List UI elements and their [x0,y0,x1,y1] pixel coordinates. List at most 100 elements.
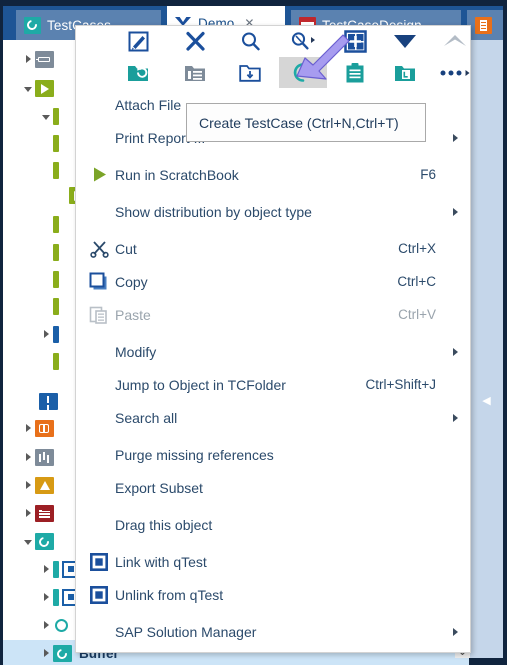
menu-item-label: Export Subset [115,479,203,496]
app-window: TestCases Demo ✕ TestCaseDesign [0,0,507,665]
import-folder-icon[interactable] [226,57,274,88]
submenu-arrow-icon [453,347,458,356]
blue-exclamation-icon [39,392,58,410]
submenu-arrow-icon [453,133,458,142]
tree-row[interactable] [53,211,59,237]
search-options-icon[interactable] [279,26,327,57]
tooltip-text: Create TestCase (Ctrl+N,Ctrl+T) [199,114,399,131]
expander-collapsed-icon[interactable] [39,640,53,665]
expander-collapsed-icon[interactable] [39,556,53,582]
slate-chart-icon [35,448,54,466]
window-frame-right [503,0,507,665]
blue-bar-icon [53,325,59,343]
teal-refresh-folder-icon [35,532,54,550]
menu-item-jump-to-object[interactable]: Jump to Object in TCFolder Ctrl+Shift+J [76,368,470,401]
expander-collapsed-icon[interactable] [21,472,35,498]
tree-row[interactable] [53,348,59,374]
edit-icon[interactable] [114,26,162,57]
menu-item-modify[interactable]: Modify [76,335,470,368]
menu-item-unlink-from-qtest[interactable]: Unlink from qTest [76,578,470,611]
expander-collapsed-icon[interactable] [21,444,35,470]
menu-item-label: SAP Solution Manager [115,623,257,640]
delete-x-icon[interactable] [171,26,219,57]
expander-expanded-icon[interactable] [21,75,35,101]
tree-row[interactable] [21,472,54,498]
copy-icon [84,265,114,298]
menu-item-label: Link with qTest [115,553,207,570]
green-bar-icon [53,297,59,315]
paste-icon [84,298,114,331]
expander-expanded-icon[interactable] [21,528,35,554]
menu-item-accel: Ctrl+X [398,241,436,256]
tree-row[interactable] [53,239,59,265]
tree-row[interactable] [39,612,72,638]
expander-expanded-icon[interactable] [39,103,53,129]
panel-collapse-button[interactable]: ◀ [470,380,503,420]
expander-collapsed-icon[interactable] [21,415,35,441]
tree-row[interactable] [39,103,59,129]
menu-item-label: Copy [115,273,148,290]
menu-item-label: Unlink from qTest [115,586,224,603]
submenu-arrow-icon [453,207,458,216]
tree-row[interactable] [21,528,54,554]
tree-row[interactable] [53,157,59,183]
menu-item-link-with-qtest[interactable]: Link with qTest [76,545,470,578]
menu-item-paste[interactable]: Paste Ctrl+V [76,298,470,331]
teal-refresh-folder-icon [53,644,72,662]
tree-row[interactable] [39,556,79,582]
qtest-link-icon [84,578,114,611]
expander-collapsed-icon[interactable] [39,584,53,610]
clipboard-icon[interactable] [331,57,379,88]
submenu-arrow-icon [453,627,458,636]
tree-row[interactable] [21,500,54,526]
green-bar-icon [53,352,59,370]
menu-item-accel: F6 [420,167,436,182]
green-bar-icon [53,134,59,152]
tree-row[interactable] [21,415,54,441]
library-icon[interactable] [381,57,429,88]
orange-module-icon [35,419,54,437]
menu-item-export-subset[interactable]: Export Subset [76,471,470,504]
menu-item-purge-missing-references[interactable]: Purge missing references [76,438,470,471]
menu-item-sap-solution-manager[interactable]: SAP Solution Manager [76,615,470,648]
menu-item-show-distribution[interactable]: Show distribution by object type [76,195,470,228]
menu-item-label: Paste [115,306,151,323]
tree-row[interactable] [53,293,59,319]
expander-collapsed-icon[interactable] [21,500,35,526]
add-node-icon[interactable] [331,26,379,57]
expander-collapsed-icon[interactable] [39,612,53,638]
menu-item-label: Jump to Object in TCFolder [115,376,286,393]
gray-key-folder-icon [35,50,54,68]
tree-row[interactable] [21,444,54,470]
expander-collapsed-icon[interactable] [21,46,35,72]
menu-item-drag-this-object[interactable]: Drag this object [76,508,470,541]
tree-row[interactable] [39,388,58,414]
collapse-down-icon[interactable] [381,26,429,57]
side-gutter [470,40,503,658]
menu-item-label: Purge missing references [115,446,274,463]
tree-row[interactable] [53,266,59,292]
tree-row[interactable] [53,130,59,156]
teal-refresh-icon [24,16,41,34]
search-icon[interactable] [226,26,274,57]
menu-item-copy[interactable]: Copy Ctrl+C [76,265,470,298]
menu-item-run-in-scratchbook[interactable]: Run in ScratchBook F6 [76,158,470,191]
tree-row[interactable] [39,584,79,610]
menu-item-label: Search all [115,409,178,426]
tree-row[interactable] [21,75,54,101]
teal-refresh-folder-icon[interactable] [114,57,162,88]
menu-item-label: Modify [115,343,157,360]
tree-row[interactable] [21,46,54,72]
menu-item-label: Attach File [115,96,182,113]
scissors-icon [84,232,114,265]
collapse-up-icon[interactable] [431,26,479,57]
expander-collapsed-icon[interactable] [39,321,53,347]
green-play-folder-icon [35,79,54,97]
create-testcase-icon[interactable] [279,57,327,88]
menu-item-cut[interactable]: Cut Ctrl+X [76,232,470,265]
teal-bar-icon [53,560,59,578]
tree-row[interactable] [39,321,59,347]
more-options-icon[interactable] [431,57,479,88]
list-indent-icon[interactable] [171,57,219,88]
menu-item-search-all[interactable]: Search all [76,401,470,434]
